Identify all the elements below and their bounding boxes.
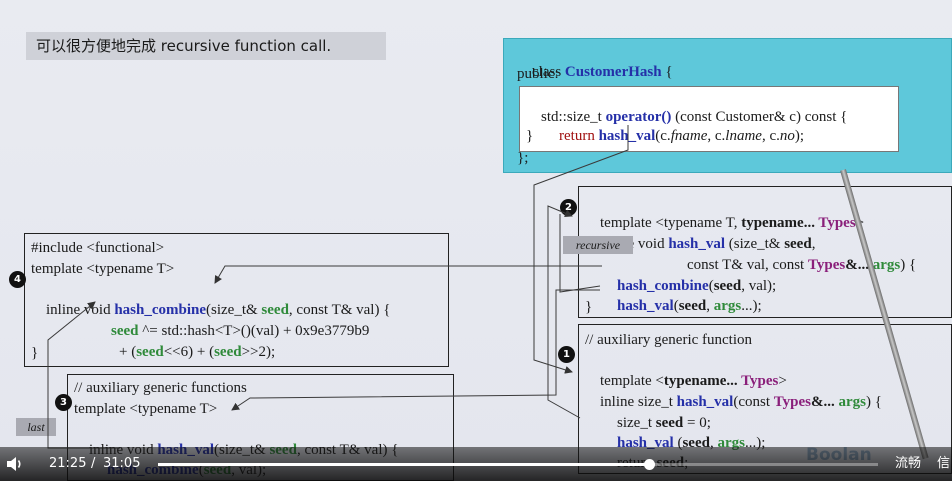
call-arrows [47, 125, 629, 449]
current-time: 21:25 [49, 456, 87, 471]
lecture-slide: 可以很方便地完成 recursive function call. class … [0, 0, 952, 481]
video-controls-bar: 21:25 / 31:05 流畅 信 [0, 447, 952, 481]
arrow-last-to-combine [47, 301, 120, 449]
corner-text: 信 [937, 456, 951, 471]
total-time: 31:05 [103, 456, 141, 471]
quality-selector[interactable]: 流畅 [895, 447, 921, 481]
arrow-recursive-loop [559, 214, 601, 293]
time-separator: / [91, 456, 96, 471]
arrow-to-last [231, 289, 600, 411]
progress-handle[interactable] [644, 459, 656, 470]
progress-fill [158, 463, 650, 466]
arrow-entry-to-variadic [547, 205, 581, 419]
volume-icon[interactable] [6, 456, 24, 472]
progress-bar[interactable] [158, 459, 878, 470]
arrow-to-hash-combine [214, 265, 602, 284]
